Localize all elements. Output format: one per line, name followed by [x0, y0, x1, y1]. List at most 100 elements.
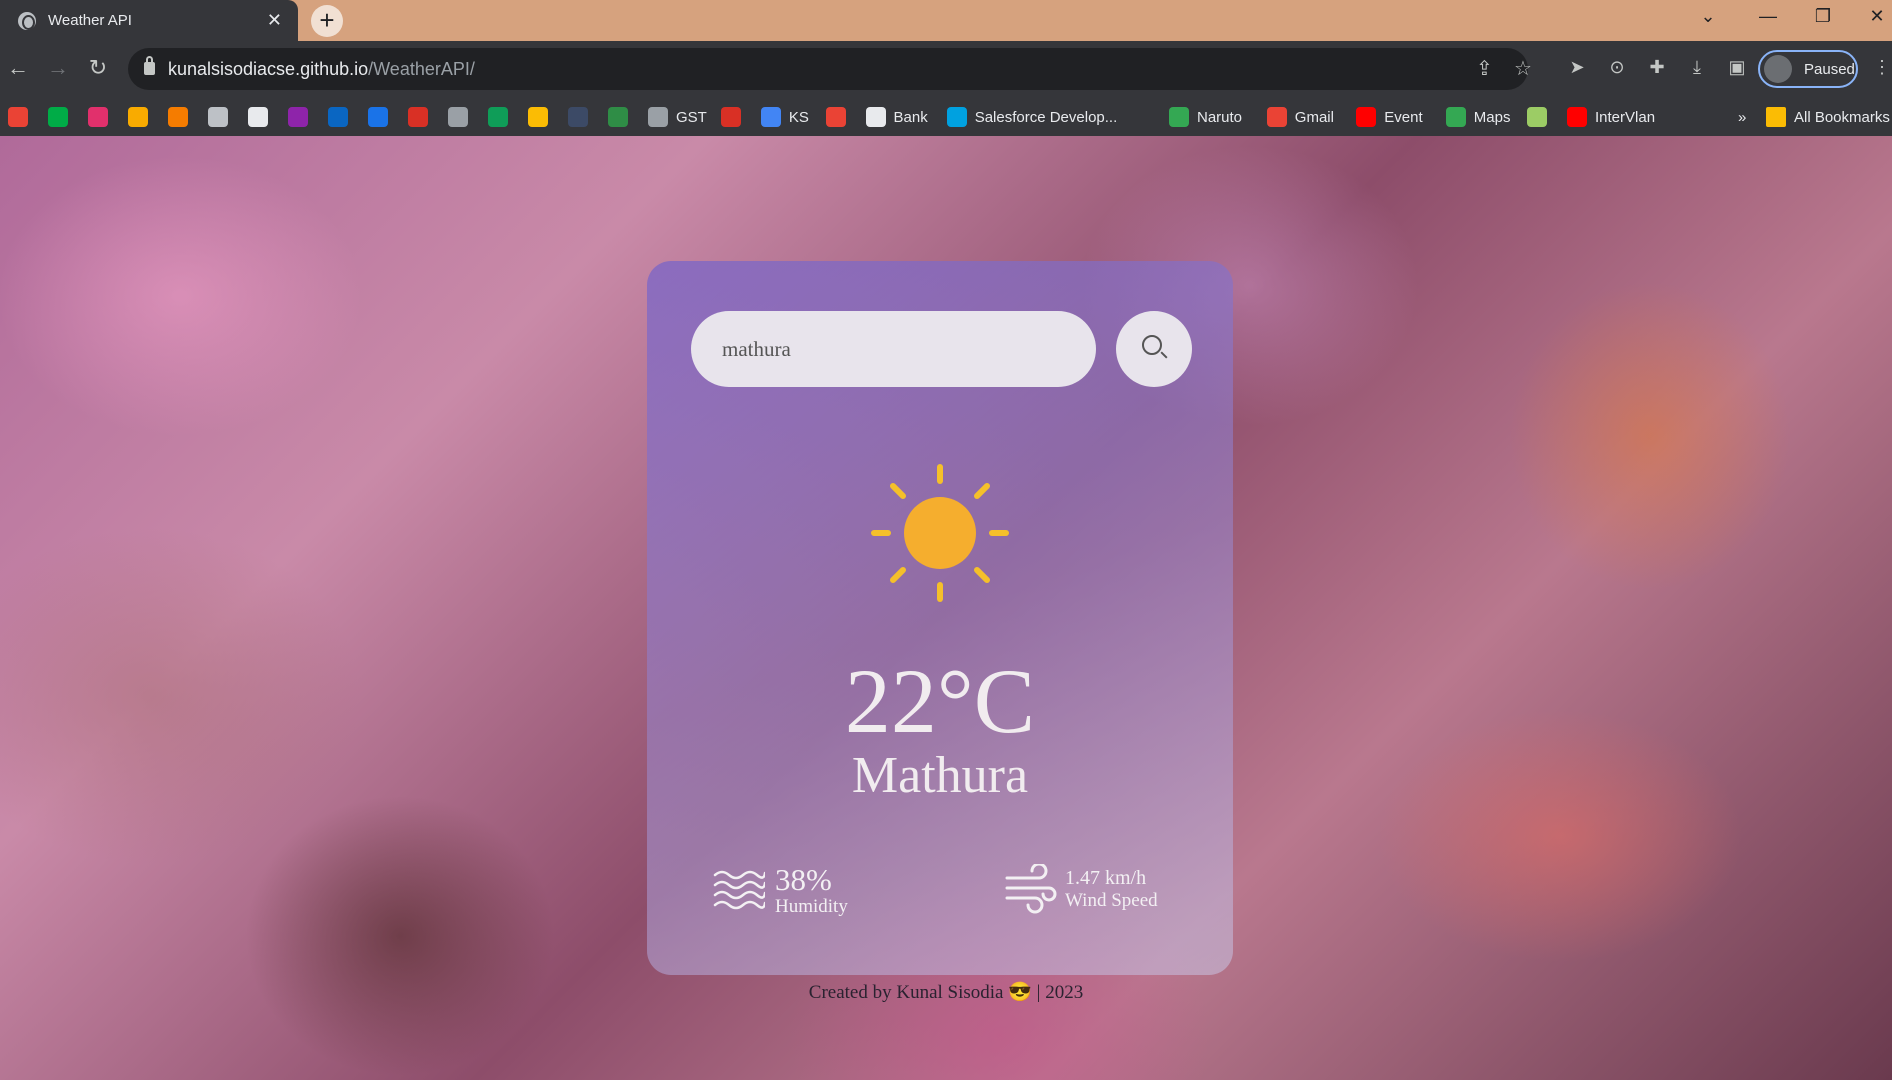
bookmark-label: KS: [788, 108, 809, 126]
bookmark-item[interactable]: [1527, 98, 1547, 136]
cloud-icon: [720, 107, 741, 127]
instagram-icon: [88, 107, 108, 127]
bookmark-star-icon[interactable]: ☆: [1514, 56, 1532, 81]
reload-icon[interactable]: ↻: [84, 55, 112, 81]
page-background: 22°C Mathura 38% Humidity: [0, 136, 1892, 1080]
bookmark-item[interactable]: Bank: [865, 98, 928, 136]
browser-toolbar: ← → ↻ kunalsisodiacse.github.io/WeatherA…: [0, 41, 1892, 98]
bookmark-item[interactable]: KS: [760, 98, 809, 136]
bookmark-item[interactable]: [448, 98, 468, 136]
bookmark-label: InterVlan: [1595, 108, 1656, 126]
bookmark-item[interactable]: [488, 98, 508, 136]
bookmark-item[interactable]: [248, 98, 268, 136]
maps-icon: [1445, 107, 1466, 127]
forward-icon[interactable]: →: [44, 55, 72, 81]
wind-block: 1.47 km/h Wind Speed: [1005, 864, 1158, 914]
globe-icon: [18, 11, 36, 30]
profile-button[interactable]: Paused: [1758, 50, 1858, 88]
gmail-icon: [8, 107, 28, 127]
bookmark-item[interactable]: [528, 98, 548, 136]
bookmark-item[interactable]: Maps: [1445, 98, 1510, 136]
extensions-puzzle-icon[interactable]: ✚: [1645, 57, 1669, 81]
bookmark-item[interactable]: [88, 98, 108, 136]
bookmark-item[interactable]: [825, 98, 846, 136]
city-name: Mathura: [851, 747, 1029, 804]
extension-cursor-icon[interactable]: ➤: [1565, 57, 1589, 81]
bookmark-label: Event: [1384, 108, 1423, 126]
back-icon[interactable]: ←: [4, 55, 32, 81]
github-icon: [248, 107, 268, 127]
cube-icon: [1527, 107, 1547, 127]
footer-credit: Created by Kunal Sisodia 😎 | 2023: [808, 982, 1084, 1003]
bookmark-item[interactable]: [608, 98, 628, 136]
tab-close-button[interactable]: ✕: [267, 10, 282, 31]
wind-label: Wind Speed: [1065, 890, 1158, 911]
download-icon[interactable]: ⤓: [1685, 57, 1709, 81]
bookmark-item[interactable]: [128, 98, 148, 136]
globe-icon: [208, 107, 228, 127]
bookmark-item[interactable]: [368, 98, 388, 136]
temperature: 22°C: [844, 650, 1036, 752]
bookmark-label: Salesforce Develop...: [974, 108, 1118, 126]
tab-strip: Weather API ✕ + ⌄ — ❐ ✕: [0, 0, 1892, 41]
bookmark-item[interactable]: Salesforce Develop...: [946, 98, 1118, 136]
minimize-icon[interactable]: —: [1753, 6, 1783, 27]
bookmark-item[interactable]: [288, 98, 308, 136]
tab-title: Weather API: [48, 12, 132, 29]
humidity-waves-icon: [713, 870, 765, 910]
menu-icon[interactable]: ⋮: [1870, 57, 1892, 81]
bookmark-item[interactable]: Gmail: [1266, 98, 1334, 136]
bookmark-label: Gmail: [1294, 108, 1334, 126]
bookmark-item[interactable]: [568, 98, 588, 136]
more-bookmarks-button[interactable]: »: [1730, 98, 1746, 136]
lock-icon[interactable]: [144, 56, 155, 75]
share-icon[interactable]: ⇪: [1476, 56, 1493, 81]
restore-icon[interactable]: ❐: [1808, 6, 1838, 27]
youtube-icon: [1567, 107, 1587, 127]
bank-icon: [865, 107, 886, 127]
bookmark-item[interactable]: [168, 98, 188, 136]
humidity-label: Humidity: [775, 896, 848, 917]
bar-chart-icon: [528, 107, 548, 127]
search-button[interactable]: [1116, 311, 1192, 387]
gmail-icon: [1266, 107, 1287, 127]
close-window-icon[interactable]: ✕: [1862, 6, 1892, 27]
bookmark-item[interactable]: [328, 98, 348, 136]
weather-card: 22°C Mathura 38% Humidity: [647, 261, 1233, 975]
address-bar[interactable]: kunalsisodiacse.github.io/WeatherAPI/ ⇪ …: [128, 48, 1532, 90]
search-icon: [1142, 335, 1162, 355]
humidity-block: 38% Humidity: [713, 864, 848, 918]
extension-red-icon[interactable]: ⊙: [1605, 57, 1629, 81]
active-tab[interactable]: Weather API ✕: [0, 0, 298, 41]
sun-icon: [871, 464, 1009, 602]
more-bookmarks-label: »: [1738, 108, 1747, 126]
bookmark-item[interactable]: [8, 98, 28, 136]
c-app-icon: [368, 107, 388, 127]
side-panel-icon[interactable]: ▣: [1725, 57, 1749, 81]
meet-icon: [48, 107, 68, 127]
bookmark-item[interactable]: [48, 98, 68, 136]
red-app-icon: [408, 107, 428, 127]
bookmark-label: GST: [676, 108, 707, 126]
tab-search-icon[interactable]: ⌄: [1693, 6, 1723, 27]
search-input[interactable]: [691, 311, 1096, 387]
h-app-icon: [568, 107, 588, 127]
youtube-icon: [1356, 107, 1377, 127]
profile-status: Paused: [1804, 60, 1855, 78]
bookmark-item[interactable]: GST: [648, 98, 707, 136]
bookmark-item[interactable]: Naruto: [1169, 98, 1242, 136]
linkedin-icon: [328, 107, 348, 127]
bookmark-item[interactable]: InterVlan: [1567, 98, 1655, 136]
cc-icon: [448, 107, 468, 127]
bookmark-item[interactable]: Event: [1356, 98, 1423, 136]
hr-icon: [488, 107, 508, 127]
bookmarks-bar: GST KS Bank Salesforce Develop... Naruto Gmai…: [0, 98, 1892, 136]
bookmark-item[interactable]: [408, 98, 428, 136]
wind-icon: [1005, 864, 1057, 914]
bookmark-item[interactable]: [208, 98, 228, 136]
all-bookmarks-folder[interactable]: All Bookmarks: [1766, 98, 1890, 136]
avatar: [1764, 55, 1792, 83]
bookmark-item[interactable]: [720, 98, 741, 136]
url-text[interactable]: kunalsisodiacse.github.io/WeatherAPI/: [168, 59, 475, 80]
new-tab-button[interactable]: +: [311, 5, 343, 37]
